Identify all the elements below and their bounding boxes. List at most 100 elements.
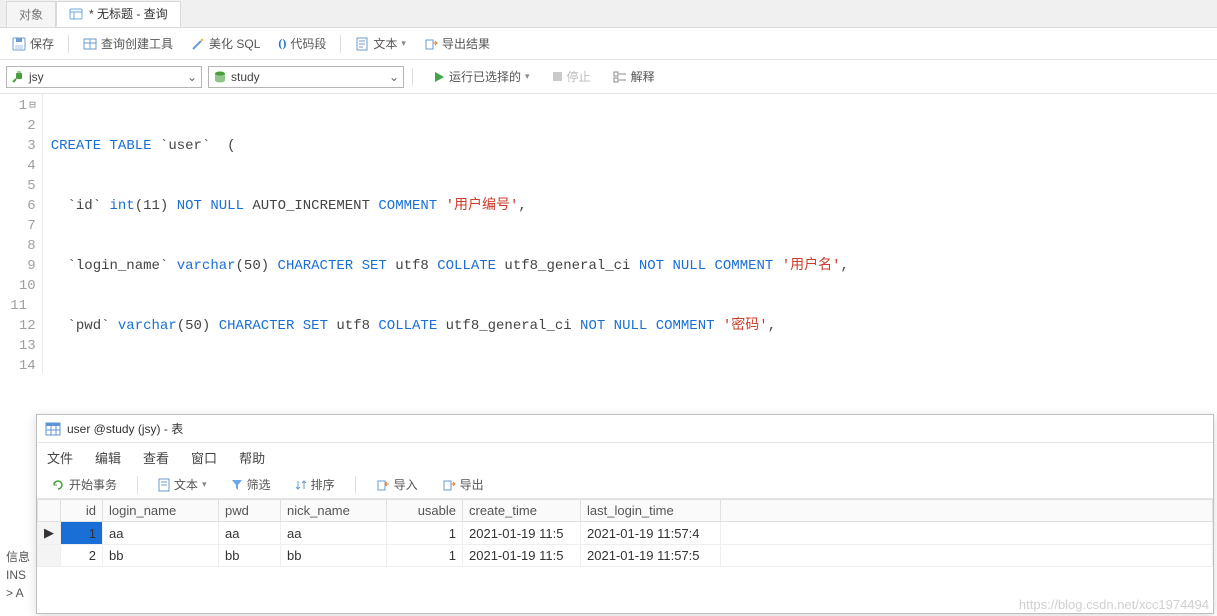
cell-login_name[interactable]: bb (103, 545, 219, 567)
filter-button[interactable]: 筛选 (225, 474, 277, 495)
table-row[interactable]: ▶ 1 aa aa aa 1 2021-01-19 11:5 2021-01-1… (38, 522, 1213, 545)
save-button[interactable]: 保存 (6, 33, 60, 54)
col-spacer (721, 500, 1213, 522)
tab-query[interactable]: * 无标题 - 查询 (56, 1, 181, 27)
export-table-label: 导出 (460, 476, 484, 493)
data-grid[interactable]: id login_name pwd nick_name usable creat… (37, 499, 1213, 567)
sort-label: 排序 (311, 476, 335, 493)
play-icon (433, 71, 445, 83)
connection-combo[interactable]: jsy ⌄ (6, 66, 202, 88)
col-last_login_time[interactable]: last_login_time (581, 500, 721, 522)
cell-usable[interactable]: 1 (387, 545, 463, 567)
table-row[interactable]: 2 bb bb bb 1 2021-01-19 11:5 2021-01-19 … (38, 545, 1213, 567)
col-nick_name[interactable]: nick_name (281, 500, 387, 522)
plug-icon (11, 70, 25, 84)
cell-usable[interactable]: 1 (387, 522, 463, 545)
stop-icon (552, 71, 563, 82)
top-tabs: 对象 * 无标题 - 查询 (0, 0, 1217, 28)
text-icon (158, 478, 170, 492)
query-icon (69, 7, 83, 21)
builder-button[interactable]: 查询创建工具 (77, 33, 179, 54)
cell-pwd[interactable]: aa (219, 522, 281, 545)
chevron-down-icon: ▾ (202, 479, 207, 490)
cell-spacer (721, 545, 1213, 567)
separator (340, 35, 341, 53)
funnel-icon (231, 479, 243, 491)
menu-help[interactable]: 帮助 (239, 448, 265, 467)
menu-view[interactable]: 查看 (143, 448, 169, 467)
param-row: jsy ⌄ study ⌄ 运行已选择的 ▾ 停止 解释 (0, 60, 1217, 94)
explain-button[interactable]: 解释 (607, 66, 661, 87)
code-area[interactable]: CREATE TABLE `user` ( `id` int(11) NOT N… (43, 94, 1217, 374)
table-toolbar: 开始事务 文本 ▾ 筛选 排序 导入 导出 (37, 471, 1213, 499)
begin-trans-label: 开始事务 (69, 476, 117, 493)
sort-button[interactable]: 排序 (289, 474, 341, 495)
footer-ins: INS (6, 566, 30, 584)
run-label: 运行已选择的 (449, 68, 521, 85)
separator (355, 476, 356, 494)
explain-label: 解释 (631, 68, 655, 85)
col-usable[interactable]: usable (387, 500, 463, 522)
export-table-button[interactable]: 导出 (436, 474, 490, 495)
row-pointer-icon: ▶ (38, 522, 61, 545)
begin-trans-button[interactable]: 开始事务 (45, 474, 123, 495)
menu-edit[interactable]: 编辑 (95, 448, 121, 467)
cell-last_login_time[interactable]: 2021-01-19 11:57:5 (581, 545, 721, 567)
col-pwd[interactable]: pwd (219, 500, 281, 522)
filter-label: 筛选 (247, 476, 271, 493)
database-combo[interactable]: study ⌄ (208, 66, 404, 88)
tab-object-label: 对象 (19, 6, 43, 23)
sort-icon (295, 479, 307, 491)
chevron-down-icon: ▾ (401, 38, 406, 49)
status-footer: 信息 INS > A (0, 548, 30, 602)
builder-label: 查询创建工具 (101, 35, 173, 52)
menu-file[interactable]: 文件 (47, 448, 73, 467)
database-label: study (227, 70, 389, 84)
connection-label: jsy (25, 70, 187, 84)
cell-nick_name[interactable]: aa (281, 522, 387, 545)
text-button[interactable]: 文本 ▾ (349, 33, 412, 54)
stop-button[interactable]: 停止 (546, 66, 597, 87)
separator (68, 35, 69, 53)
menu-window[interactable]: 窗口 (191, 448, 217, 467)
table-window-titlebar[interactable]: user @study (jsy) - 表 (37, 415, 1213, 443)
text-view-button[interactable]: 文本 ▾ (152, 474, 213, 495)
cell-id[interactable]: 2 (61, 545, 103, 567)
export-button[interactable]: 导出结果 (418, 33, 496, 54)
cell-nick_name[interactable]: bb (281, 545, 387, 567)
cell-create_time[interactable]: 2021-01-19 11:5 (463, 545, 581, 567)
col-id[interactable]: id (61, 500, 103, 522)
table-icon (45, 421, 61, 437)
chevron-down-icon: ⌄ (389, 70, 399, 84)
tab-object[interactable]: 对象 (6, 1, 56, 27)
separator (137, 476, 138, 494)
refresh-icon (51, 478, 65, 492)
table-menu: 文件 编辑 查看 窗口 帮助 (37, 443, 1213, 471)
chevron-down-icon: ⌄ (187, 70, 197, 84)
cell-login_name[interactable]: aa (103, 522, 219, 545)
text-label: 文本 (373, 35, 397, 52)
cell-create_time[interactable]: 2021-01-19 11:5 (463, 522, 581, 545)
builder-icon (83, 37, 97, 51)
snippet-label: 代码段 (290, 35, 326, 52)
footer-info: 信息 (6, 548, 30, 566)
db-icon (213, 70, 227, 84)
cell-id[interactable]: 1 (61, 522, 103, 545)
import-button[interactable]: 导入 (370, 474, 424, 495)
watermark: https://blog.csdn.net/xcc1974494 (1019, 597, 1209, 612)
snippet-button[interactable]: () 代码段 (272, 33, 332, 54)
cell-pwd[interactable]: bb (219, 545, 281, 567)
query-toolbar: 保存 查询创建工具 美化 SQL () 代码段 文本 ▾ 导出结果 (0, 28, 1217, 60)
import-label: 导入 (394, 476, 418, 493)
col-create_time[interactable]: create_time (463, 500, 581, 522)
tab-query-label: * 无标题 - 查询 (89, 5, 168, 22)
sql-editor[interactable]: 1⊟ 2345678910 11⊟ 121314 CREATE TABLE `u… (0, 94, 1217, 374)
run-button[interactable]: 运行已选择的 ▾ (427, 66, 536, 87)
gutter: 1⊟ 2345678910 11⊟ 121314 (0, 94, 43, 374)
col-login_name[interactable]: login_name (103, 500, 219, 522)
snippet-icon: () (278, 36, 286, 51)
beautify-button[interactable]: 美化 SQL (185, 33, 266, 54)
export-icon (442, 478, 456, 492)
header-row: id login_name pwd nick_name usable creat… (38, 500, 1213, 522)
cell-last_login_time[interactable]: 2021-01-19 11:57:4 (581, 522, 721, 545)
